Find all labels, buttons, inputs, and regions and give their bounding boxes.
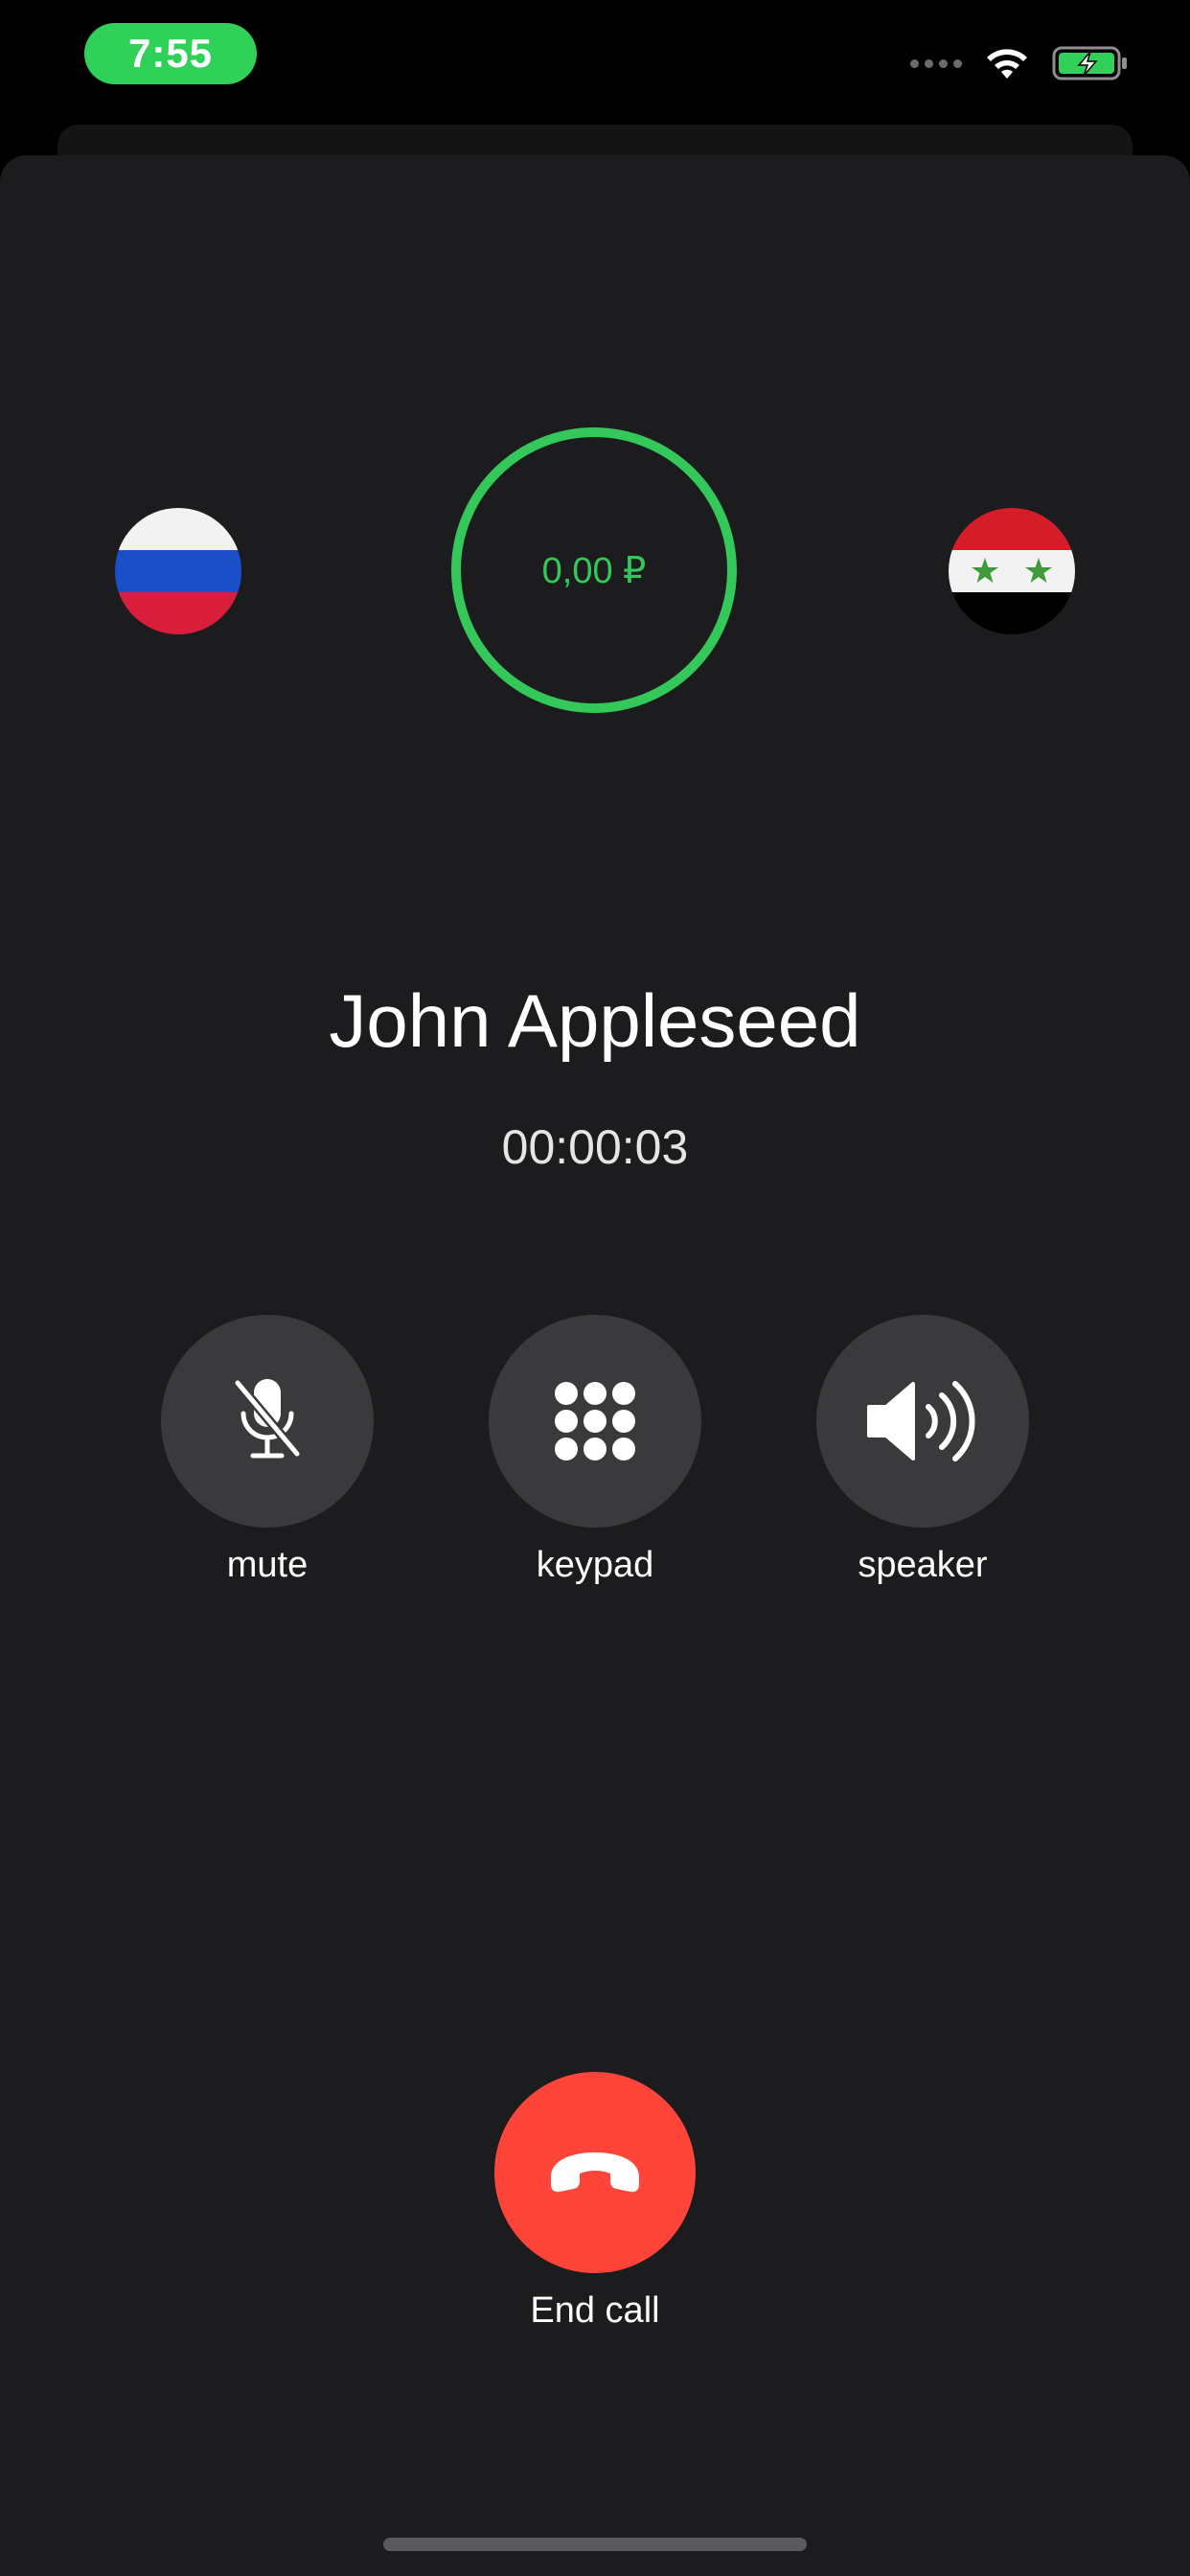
speaker-button-circle[interactable]	[816, 1315, 1029, 1528]
end-call-button[interactable]: End call	[494, 2072, 696, 2332]
russia-flag-icon	[115, 508, 241, 634]
keypad-button-circle[interactable]	[489, 1315, 701, 1528]
end-call-circle[interactable]	[494, 2072, 696, 2273]
phone-down-icon	[551, 2152, 639, 2193]
speaker-button[interactable]: speaker	[816, 1315, 1029, 1586]
keypad-icon	[555, 1382, 635, 1460]
keypad-button[interactable]: keypad	[489, 1315, 701, 1586]
speaker-wave-icon	[867, 1381, 975, 1461]
home-indicator[interactable]	[383, 2538, 807, 2551]
mute-button-circle[interactable]	[161, 1315, 374, 1528]
wifi-icon	[987, 49, 1027, 79]
mute-label: mute	[226, 1545, 309, 1585]
signal-dots-icon	[910, 58, 962, 68]
keypad-label: keypad	[536, 1545, 654, 1585]
balance-amount: 0,00 ₽	[541, 550, 647, 591]
mute-button[interactable]: mute	[161, 1315, 374, 1586]
end-call-label: End call	[530, 2290, 660, 2331]
status-icons	[910, 42, 1129, 84]
speaker-label: speaker	[858, 1545, 988, 1585]
call-duration: 00:00:03	[501, 1120, 689, 1174]
status-time: 7:55	[84, 23, 257, 84]
caller-name: John Appleseed	[329, 978, 861, 1063]
battery-charging-icon	[1052, 46, 1127, 80]
mic-slash-icon	[234, 1379, 301, 1459]
syria-flag-icon	[949, 508, 1075, 634]
